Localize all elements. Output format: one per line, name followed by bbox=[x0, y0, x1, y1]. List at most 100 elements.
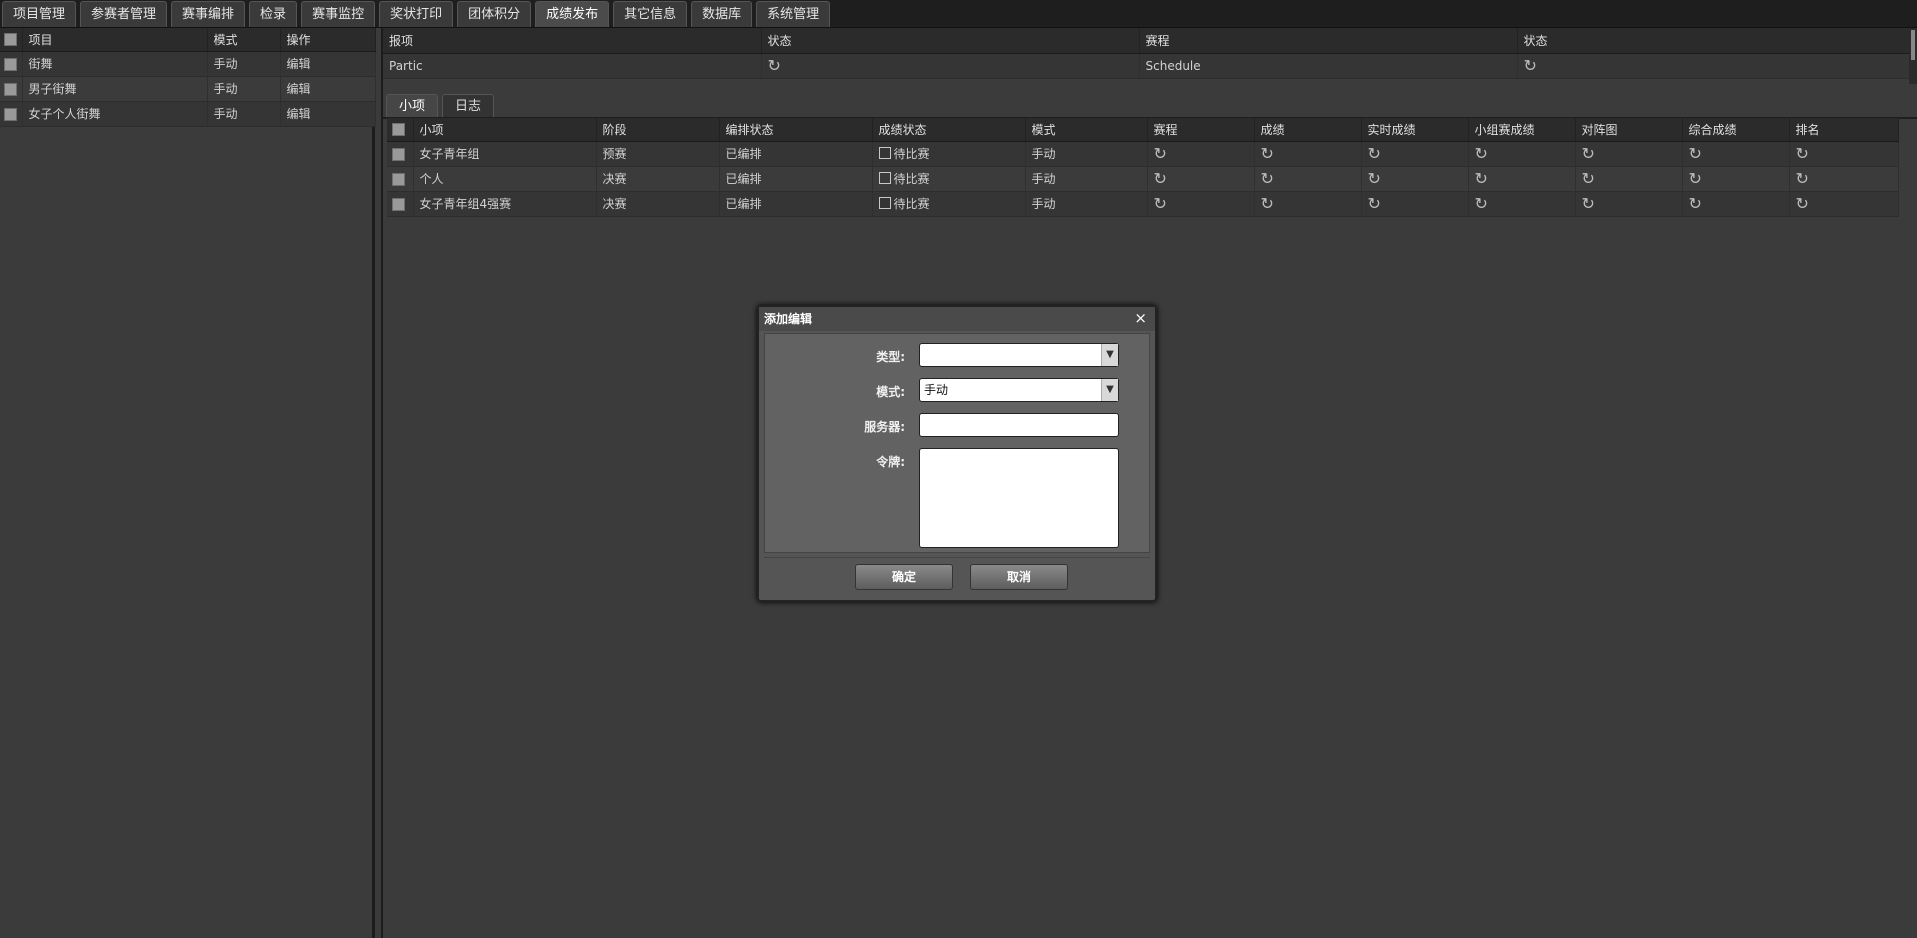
result-status-cell: 待比赛 bbox=[872, 166, 1026, 192]
header-entry-status[interactable]: 状态 bbox=[761, 28, 1140, 54]
header-live-result[interactable]: 实时成绩 bbox=[1361, 118, 1469, 142]
table-row[interactable]: 女子青年组 预赛 已编排 待比赛 手动 ↻ ↻ ↻ ↻ ↻ ↻ ↻ bbox=[387, 141, 1899, 167]
refresh-icon[interactable]: ↻ bbox=[1689, 195, 1704, 211]
chevron-down-icon[interactable]: ▼ bbox=[1101, 379, 1118, 401]
refresh-icon[interactable]: ↻ bbox=[1582, 170, 1597, 186]
result-status-checkbox[interactable] bbox=[878, 197, 891, 209]
refresh-icon[interactable]: ↻ bbox=[1689, 170, 1704, 186]
tab-system-management[interactable]: 系统管理 bbox=[756, 1, 831, 27]
sub-tabs: 小项 日志 bbox=[386, 90, 498, 118]
refresh-icon[interactable]: ↻ bbox=[1475, 195, 1490, 211]
table-row[interactable]: 街舞 手动 编辑 bbox=[0, 51, 376, 77]
refresh-icon[interactable]: ↻ bbox=[1154, 170, 1169, 186]
tab-log[interactable]: 日志 bbox=[442, 94, 495, 118]
refresh-icon[interactable]: ↻ bbox=[1582, 195, 1597, 211]
header-mode[interactable]: 模式 bbox=[1025, 118, 1148, 142]
header-project[interactable]: 项目 bbox=[22, 28, 208, 52]
header-group-result[interactable]: 小组赛成绩 bbox=[1468, 118, 1576, 142]
row-checkbox[interactable] bbox=[4, 107, 17, 121]
refresh-icon[interactable]: ↻ bbox=[1368, 195, 1383, 211]
tab-project-management[interactable]: 项目管理 bbox=[2, 1, 77, 27]
mode-link[interactable]: 手动 bbox=[1025, 141, 1148, 167]
tab-results-publish[interactable]: 成绩发布 bbox=[535, 1, 610, 27]
refresh-icon[interactable]: ↻ bbox=[1154, 145, 1169, 161]
header-schedule[interactable]: 赛程 bbox=[1147, 118, 1255, 142]
token-textarea[interactable] bbox=[919, 448, 1119, 548]
edit-link[interactable]: 编辑 bbox=[280, 51, 376, 77]
row-checkbox[interactable] bbox=[4, 82, 17, 96]
tab-checkin[interactable]: 检录 bbox=[249, 1, 298, 27]
entry-name: Partic bbox=[383, 53, 762, 79]
edit-link[interactable]: 编辑 bbox=[280, 101, 376, 127]
scrollbar-thumb[interactable] bbox=[1911, 30, 1915, 60]
row-checkbox[interactable] bbox=[4, 57, 17, 71]
refresh-icon[interactable]: ↻ bbox=[1796, 195, 1811, 211]
mode-link[interactable]: 手动 bbox=[1025, 166, 1148, 192]
table-row[interactable]: 女子个人街舞 手动 编辑 bbox=[0, 101, 376, 127]
refresh-icon[interactable]: ↻ bbox=[1796, 170, 1811, 186]
tab-sub-items[interactable]: 小项 bbox=[386, 94, 439, 118]
arrange-status: 已编排 bbox=[719, 191, 873, 217]
refresh-icon[interactable]: ↻ bbox=[1475, 145, 1490, 161]
mode-link[interactable]: 手动 bbox=[207, 76, 281, 102]
chevron-down-icon[interactable]: ▼ bbox=[1101, 344, 1118, 366]
table-row[interactable]: 男子街舞 手动 编辑 bbox=[0, 76, 376, 102]
tab-team-score[interactable]: 团体积分 bbox=[457, 1, 532, 27]
refresh-icon[interactable]: ↻ bbox=[1261, 145, 1276, 161]
refresh-icon[interactable]: ↻ bbox=[1524, 57, 1539, 73]
mode-link[interactable]: 手动 bbox=[207, 101, 281, 127]
mode-link[interactable]: 手动 bbox=[1025, 191, 1148, 217]
mode-select[interactable]: 手动 ▼ bbox=[919, 378, 1119, 402]
overall-result-cell: ↻ bbox=[1682, 141, 1790, 167]
tab-certificate-print[interactable]: 奖状打印 bbox=[379, 1, 454, 27]
stage: 决赛 bbox=[596, 166, 720, 192]
header-result-status[interactable]: 成绩状态 bbox=[872, 118, 1026, 142]
header-ranking[interactable]: 排名 bbox=[1789, 118, 1899, 142]
cancel-button[interactable]: 取消 bbox=[970, 564, 1068, 590]
header-entry[interactable]: 报项 bbox=[383, 28, 762, 54]
schedule-cell: ↻ bbox=[1147, 191, 1255, 217]
row-checkbox[interactable] bbox=[392, 172, 405, 186]
close-icon[interactable]: × bbox=[1134, 309, 1147, 327]
header-bracket[interactable]: 对阵图 bbox=[1575, 118, 1683, 142]
header-schedule-status[interactable]: 状态 bbox=[1517, 28, 1916, 54]
header-arrange-status[interactable]: 编排状态 bbox=[719, 118, 873, 142]
result-status-checkbox[interactable] bbox=[878, 172, 891, 184]
top-table-scrollbar[interactable] bbox=[1909, 28, 1917, 84]
tab-event-arrangement[interactable]: 赛事编排 bbox=[171, 1, 246, 27]
tab-event-monitor[interactable]: 赛事监控 bbox=[301, 1, 376, 27]
select-all-checkbox[interactable] bbox=[4, 33, 17, 47]
mode-link[interactable]: 手动 bbox=[207, 51, 281, 77]
refresh-icon[interactable]: ↻ bbox=[1368, 145, 1383, 161]
header-overall-result[interactable]: 综合成绩 bbox=[1682, 118, 1790, 142]
refresh-icon[interactable]: ↻ bbox=[768, 57, 783, 73]
table-row[interactable]: 个人 决赛 已编排 待比赛 手动 ↻ ↻ ↻ ↻ ↻ ↻ ↻ bbox=[387, 166, 1899, 192]
header-schedule[interactable]: 赛程 bbox=[1139, 28, 1518, 54]
refresh-icon[interactable]: ↻ bbox=[1154, 195, 1169, 211]
result-status-checkbox[interactable] bbox=[878, 147, 891, 159]
server-input[interactable] bbox=[919, 413, 1119, 437]
header-mode[interactable]: 模式 bbox=[207, 28, 281, 52]
refresh-icon[interactable]: ↻ bbox=[1261, 170, 1276, 186]
tab-database[interactable]: 数据库 bbox=[691, 1, 753, 27]
refresh-icon[interactable]: ↻ bbox=[1475, 170, 1490, 186]
header-sub-item[interactable]: 小项 bbox=[413, 118, 597, 142]
tab-participant-management[interactable]: 参赛者管理 bbox=[80, 1, 168, 27]
refresh-icon[interactable]: ↻ bbox=[1261, 195, 1276, 211]
refresh-icon[interactable]: ↻ bbox=[1368, 170, 1383, 186]
header-operation[interactable]: 操作 bbox=[280, 28, 376, 52]
header-result[interactable]: 成绩 bbox=[1254, 118, 1362, 142]
row-checkbox[interactable] bbox=[392, 197, 405, 211]
table-row[interactable]: 女子青年组4强赛 决赛 已编排 待比赛 手动 ↻ ↻ ↻ ↻ ↻ ↻ ↻ bbox=[387, 191, 1899, 217]
refresh-icon[interactable]: ↻ bbox=[1582, 145, 1597, 161]
refresh-icon[interactable]: ↻ bbox=[1689, 145, 1704, 161]
row-checkbox[interactable] bbox=[392, 147, 405, 161]
type-select[interactable]: ▼ bbox=[919, 343, 1119, 367]
header-stage[interactable]: 阶段 bbox=[596, 118, 720, 142]
select-all-checkbox[interactable] bbox=[392, 123, 405, 137]
result-cell: ↻ bbox=[1254, 191, 1362, 217]
refresh-icon[interactable]: ↻ bbox=[1796, 145, 1811, 161]
tab-other-info[interactable]: 其它信息 bbox=[613, 1, 688, 27]
confirm-button[interactable]: 确定 bbox=[855, 564, 953, 590]
edit-link[interactable]: 编辑 bbox=[280, 76, 376, 102]
